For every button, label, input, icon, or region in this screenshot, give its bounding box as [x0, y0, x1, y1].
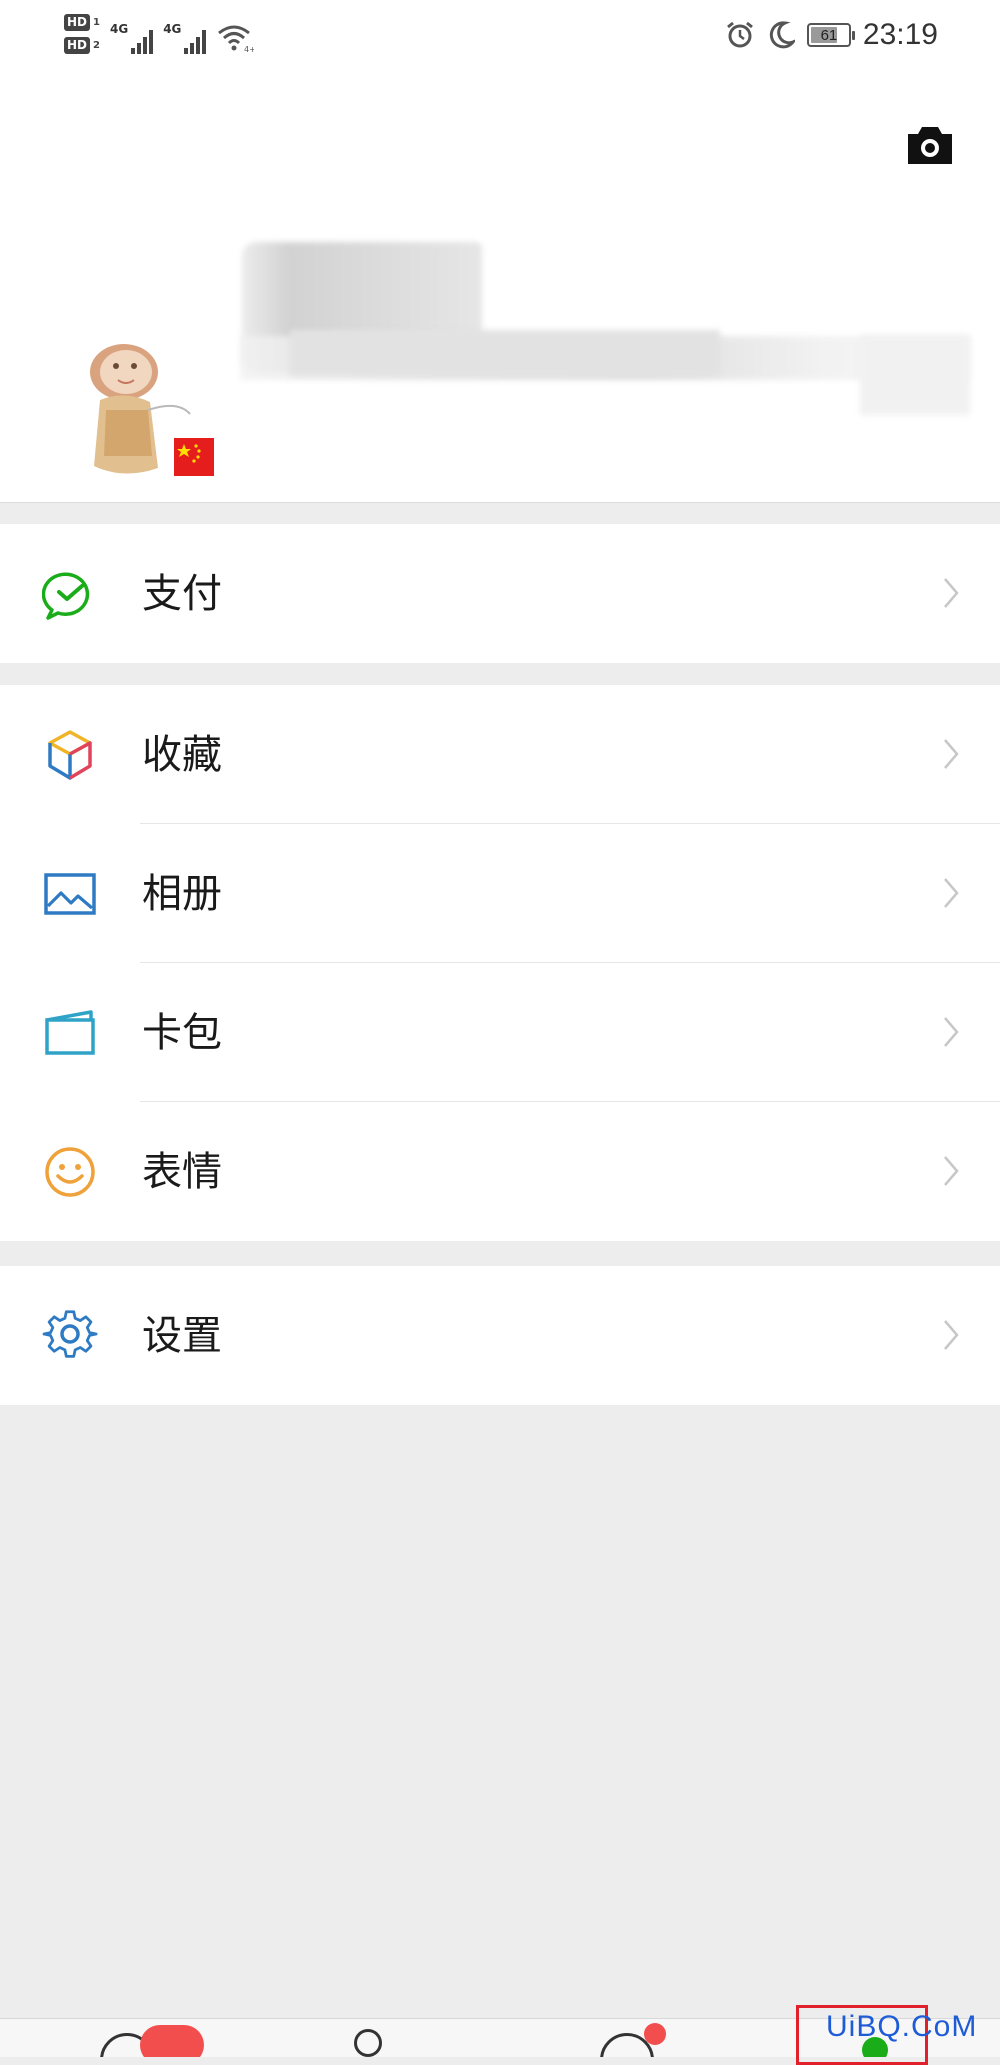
- menu-item-cards[interactable]: 卡包: [0, 963, 1000, 1102]
- network2-label: 4G: [163, 22, 182, 36]
- card-icon: [45, 1010, 95, 1055]
- clock: 23:19: [862, 18, 938, 51]
- chevron-right-icon: [944, 1320, 959, 1350]
- pay-check-icon: [42, 572, 90, 620]
- menu-label-pay: 支付: [142, 571, 222, 617]
- svg-text:4+: 4+: [244, 45, 254, 54]
- sim1-hd-label: HD: [64, 14, 91, 31]
- tab-contacts-icon[interactable]: [354, 2029, 382, 2057]
- menu-group-settings: 设置: [0, 1266, 1000, 1405]
- chevron-right-icon: [944, 878, 959, 908]
- menu-label-cards: 卡包: [142, 1010, 222, 1056]
- picture-icon: [44, 873, 96, 915]
- blurred-id-strip: [290, 330, 720, 376]
- camera-icon[interactable]: [904, 124, 956, 166]
- chevron-right-icon: [944, 578, 959, 608]
- menu-item-favorites[interactable]: 收藏: [0, 685, 1000, 824]
- menu-group-pay: 支付: [0, 524, 1000, 663]
- unread-badge: [140, 2025, 204, 2057]
- signal1-icon: 4G: [109, 20, 154, 54]
- signal2-icon: 4G: [163, 20, 207, 54]
- profile-header[interactable]: [0, 80, 1000, 503]
- menu-item-album[interactable]: 相册: [0, 824, 1000, 963]
- avatar[interactable]: [78, 260, 218, 484]
- menu-label-album: 相册: [142, 871, 222, 917]
- discover-dot-badge: [644, 2023, 666, 2045]
- sim2-number: 2: [93, 40, 100, 51]
- sim1-indicator: HD 1: [64, 14, 100, 31]
- menu-group-main: 收藏 相册 卡包 表情: [0, 685, 1000, 1241]
- status-bar: HD 1 HD 2 4G 4G 4+ 61 23:19: [0, 0, 1000, 80]
- chevron-right-icon: [944, 1156, 959, 1186]
- wifi-icon: 4+: [218, 25, 254, 54]
- chevron-right-icon: [944, 739, 959, 769]
- smiley-icon: [45, 1147, 95, 1197]
- moon-icon: [769, 21, 795, 49]
- chevron-right-icon: [944, 1017, 959, 1047]
- menu-item-pay[interactable]: 支付: [0, 524, 1000, 663]
- status-left: HD 1 HD 2 4G 4G 4+: [64, 14, 254, 54]
- network1-label: 4G: [109, 22, 129, 36]
- menu-label-settings: 设置: [142, 1313, 222, 1359]
- menu-label-stickers: 表情: [142, 1149, 222, 1195]
- battery-level: 61: [820, 26, 838, 44]
- sim2-indicator: HD 2: [64, 37, 100, 54]
- status-right: 61 23:19: [725, 18, 938, 52]
- cube-icon: [48, 730, 92, 780]
- gear-icon: [42, 1310, 98, 1358]
- sim1-number: 1: [93, 17, 100, 28]
- blurred-qrcode: [860, 335, 970, 415]
- menu-label-favorites: 收藏: [142, 732, 222, 778]
- watermark: UiBQ.CoM: [826, 2010, 978, 2043]
- menu-item-stickers[interactable]: 表情: [0, 1102, 1000, 1241]
- battery-icon: 61: [806, 23, 855, 47]
- sim2-hd-label: HD: [64, 37, 91, 54]
- alarm-icon: [726, 21, 753, 48]
- menu-item-settings[interactable]: 设置: [0, 1266, 1000, 1405]
